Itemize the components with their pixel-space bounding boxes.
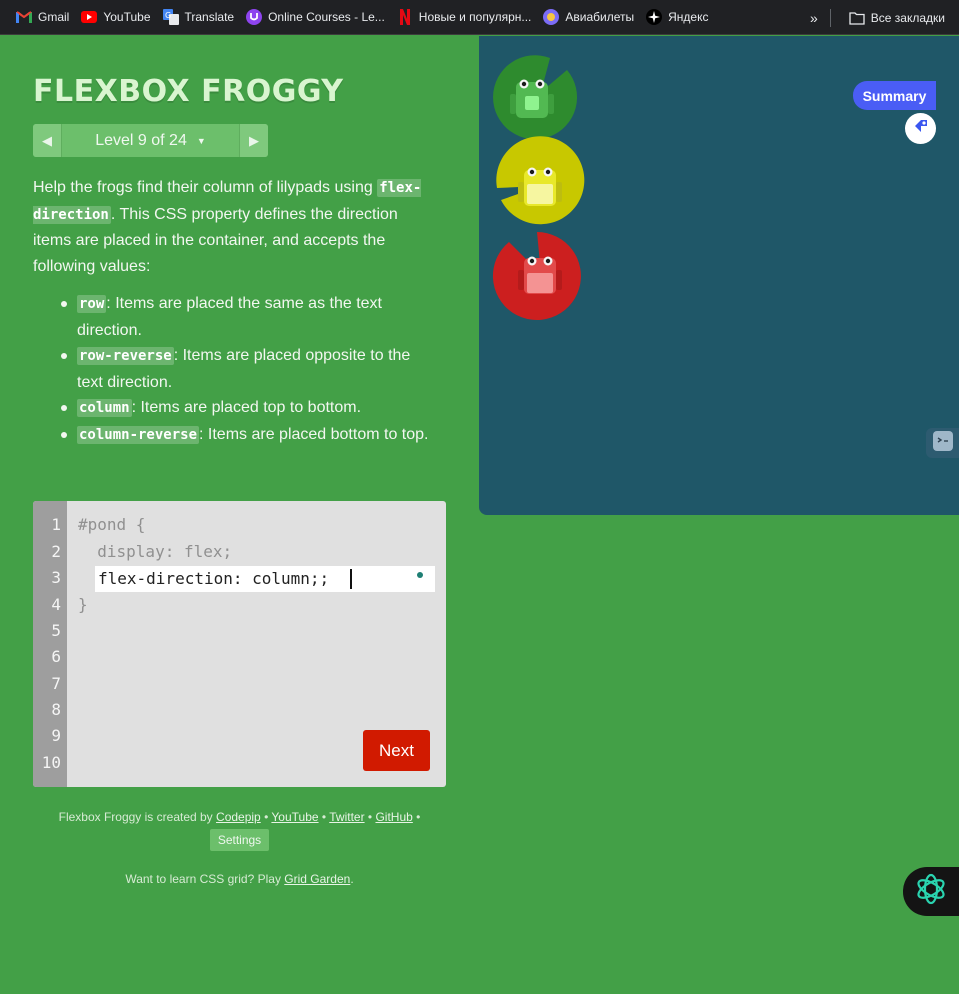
text-cursor <box>350 569 352 589</box>
bullet: • <box>321 810 327 824</box>
grid-note-suffix: . <box>350 872 354 886</box>
youtube-link[interactable]: YouTube <box>271 810 318 824</box>
status-dot-icon <box>417 572 423 578</box>
settings-button[interactable]: Settings <box>209 829 270 851</box>
bookmark-translate[interactable]: G Translate <box>157 3 241 31</box>
flights-icon <box>543 9 560 25</box>
green-frog <box>510 79 554 118</box>
line-number: 3 <box>51 568 61 587</box>
bookmarks-separator <box>829 8 831 27</box>
value-code: column-reverse <box>77 425 200 444</box>
folder-icon <box>849 10 865 26</box>
bookmark-label: Online Courses - Le... <box>268 10 385 24</box>
line-number: 10 <box>41 753 61 772</box>
bookmarks-bar: Gmail YouTube G Translate Online Courses… <box>0 0 959 35</box>
red-frog <box>518 256 562 294</box>
caret-down-icon: ▼ <box>196 135 206 146</box>
code-line-1: #pond { <box>78 515 146 534</box>
bookmark-gmail[interactable]: Gmail <box>10 3 75 31</box>
extension-button[interactable] <box>905 113 936 144</box>
chevrons-right-icon[interactable]: » <box>802 10 830 26</box>
css-editor: 1 2 3 4 5 6 7 8 9 10 #pond { display: fl… <box>33 501 446 787</box>
robot-face-icon <box>932 430 954 457</box>
code-line-4: } <box>78 595 88 614</box>
youtube-icon <box>81 9 98 25</box>
line-number: 9 <box>51 726 61 745</box>
value-code: row <box>77 295 107 313</box>
line-number: 2 <box>51 542 61 561</box>
bullet: • <box>416 810 421 824</box>
netflix-icon <box>397 9 413 25</box>
value-desc: : Items are placed top to bottom. <box>131 399 362 416</box>
arrow-left-icon: ◀ <box>42 132 52 148</box>
credits: Flexbox Froggy is created by Codepip • Y… <box>33 808 446 851</box>
line-number: 5 <box>51 621 61 640</box>
svg-text:G: G <box>165 11 171 20</box>
ai-assistant-icon <box>914 872 948 911</box>
css-input[interactable] <box>95 566 435 592</box>
line-number: 4 <box>51 595 61 614</box>
level-selector[interactable]: Level 9 of 24 ▼ <box>62 124 239 157</box>
level-navigation: ◀ Level 9 of 24 ▼ ▶ <box>33 124 268 157</box>
line-number: 8 <box>51 700 61 719</box>
bookmark-label: Новые и популярн... <box>418 10 532 24</box>
value-desc: : Items are placed bottom to top. <box>199 425 429 443</box>
value-code: column <box>77 399 132 417</box>
instructions-intro: Help the frogs find their column of lily… <box>33 179 373 196</box>
line-number: 1 <box>51 515 61 534</box>
line-gutter: 1 2 3 4 5 6 7 8 9 10 <box>33 501 67 787</box>
list-item: column-reverse: Items are placed bottom … <box>61 422 437 449</box>
bullet: • <box>367 810 373 824</box>
prev-level-button[interactable]: ◀ <box>33 124 62 157</box>
all-bookmarks-button[interactable]: Все закладки <box>843 4 951 32</box>
list-item: row: Items are placed the same as the te… <box>61 291 437 343</box>
online-courses-icon <box>246 9 263 25</box>
all-bookmarks-label: Все закладки <box>870 10 945 25</box>
value-desc: : Items are placed the same as the text … <box>77 295 382 339</box>
bookmark-label: Translate <box>184 10 235 24</box>
github-link[interactable]: GitHub <box>375 810 412 824</box>
value-code: row-reverse <box>77 347 174 365</box>
gmail-icon <box>16 9 32 25</box>
next-button[interactable]: Next <box>363 730 430 771</box>
summary-button[interactable]: Summary <box>853 81 936 110</box>
side-robot-button[interactable] <box>926 428 959 458</box>
translate-icon: G <box>162 9 179 25</box>
bookmark-label: Авиабилеты <box>565 10 635 24</box>
line-number: 7 <box>51 674 61 693</box>
line-number: 6 <box>51 647 61 666</box>
yellow-frog <box>518 167 562 206</box>
bookmark-label: Яндекс <box>668 10 709 24</box>
bookmark-label: YouTube <box>103 10 151 24</box>
grid-note-text: Want to learn CSS grid? Play <box>125 872 281 886</box>
created-by-text: Flexbox Froggy is created by <box>58 810 213 824</box>
grid-garden-note: Want to learn CSS grid? Play Grid Garden… <box>33 870 446 888</box>
yandex-icon <box>646 9 663 25</box>
codepip-link[interactable]: Codepip <box>216 810 261 824</box>
ai-assistant-button[interactable] <box>903 867 959 916</box>
next-level-button[interactable]: ▶ <box>239 124 268 157</box>
instructions: Help the frogs find their column of lily… <box>33 175 433 279</box>
bookmark-netflix[interactable]: Новые и популярн... <box>391 3 538 31</box>
extension-logo-icon <box>912 117 930 140</box>
values-list: row: Items are placed the same as the te… <box>61 291 437 449</box>
bullet: • <box>264 810 269 824</box>
code-line-2: display: flex; <box>78 542 233 561</box>
arrow-right-icon: ▶ <box>249 132 259 148</box>
bookmark-online-courses[interactable]: Online Courses - Le... <box>240 3 391 31</box>
game-title: FLEXBOX FROGGY <box>33 74 344 109</box>
bookmark-flights[interactable]: Авиабилеты <box>537 3 640 31</box>
level-label: Level 9 of 24 <box>95 131 187 149</box>
grid-garden-link[interactable]: Grid Garden <box>284 872 350 886</box>
list-item: column: Items are placed top to bottom. <box>61 395 437 422</box>
twitter-link[interactable]: Twitter <box>329 810 364 824</box>
bookmark-label: Gmail <box>38 10 70 24</box>
list-item: row-reverse: Items are placed opposite t… <box>61 343 437 395</box>
bookmark-yandex[interactable]: Яндекс <box>640 3 714 31</box>
bookmark-youtube[interactable]: YouTube <box>75 3 156 31</box>
